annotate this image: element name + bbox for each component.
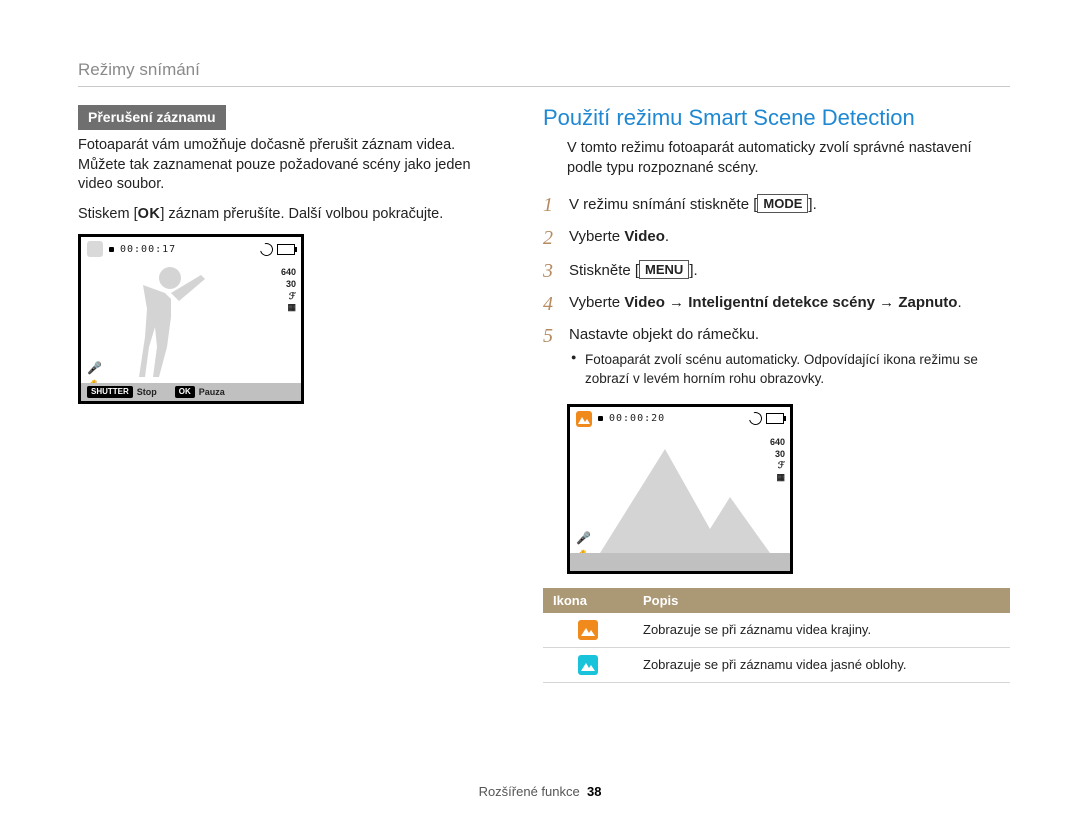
ok-key-label: OK bbox=[138, 206, 161, 222]
mode-keycap: MODE bbox=[757, 194, 808, 213]
camera-screen-left: 00:00:17 640 30 ℱ ▦ 🎤 ✋ bbox=[78, 234, 304, 404]
movie-icon bbox=[87, 241, 103, 257]
step-5: Nastavte objekt do rámečku. Fotoaparát z… bbox=[543, 319, 1010, 394]
table-cell-desc: Zobrazuje se při záznamu videa krajiny. bbox=[633, 613, 1010, 648]
menu-keycap: MENU bbox=[639, 260, 689, 279]
rec-timer: 00:00:20 bbox=[609, 413, 665, 424]
ok-key-icon: OK bbox=[175, 386, 195, 398]
resolution-label: 640 bbox=[281, 267, 296, 279]
camera-screen-right: 00:00:20 640 30 ℱ ▦ 🎤 ✋ bbox=[567, 404, 793, 574]
right-intro: V tomto režimu fotoaparát automaticky zv… bbox=[543, 139, 1010, 178]
rec-timer: 00:00:17 bbox=[120, 244, 176, 255]
mountains-graphic bbox=[570, 441, 790, 553]
page-footer: Rozšířené funkce 38 bbox=[0, 784, 1080, 799]
table-row: Zobrazuje se při záznamu videa krajiny. bbox=[543, 613, 1010, 648]
fps-label: 30 bbox=[281, 279, 296, 291]
mic-icon: 🎤 bbox=[576, 531, 591, 545]
stop-label: Stop bbox=[137, 387, 157, 397]
landscape-icon bbox=[578, 620, 598, 640]
col-header-desc: Popis bbox=[633, 588, 1010, 613]
left-paragraph-1: Fotoaparát vám umožňuje dočasně přerušit… bbox=[78, 136, 503, 195]
table-row: Zobrazuje se při záznamu videa jasné obl… bbox=[543, 647, 1010, 682]
stabilizer-icon: ▦ bbox=[281, 302, 296, 314]
step-1: V režimu snímání stiskněte [MODE]. bbox=[543, 188, 1010, 221]
step-5-note: Fotoaparát zvolí scénu automaticky. Odpo… bbox=[571, 351, 1010, 387]
page-number: 38 bbox=[587, 784, 601, 799]
col-header-icon: Ikona bbox=[543, 588, 633, 613]
step-3: Stiskněte [MENU]. bbox=[543, 254, 1010, 287]
landscape-scene-icon bbox=[576, 411, 592, 427]
mic-icon: 🎤 bbox=[87, 361, 102, 375]
rec-dot-icon bbox=[109, 247, 114, 252]
shutter-key-icon: SHUTTER bbox=[87, 386, 133, 398]
icon-description-table: Ikona Popis Zobrazuje se při záznamu vid… bbox=[543, 588, 1010, 683]
pause-label: Pauza bbox=[199, 387, 225, 397]
rec-dot-icon bbox=[598, 416, 603, 421]
section-tag: Přerušení záznamu bbox=[78, 105, 226, 130]
left-paragraph-2: Stiskem [OK] záznam přerušíte. Další vol… bbox=[78, 205, 503, 225]
breadcrumb: Režimy snímání bbox=[78, 60, 1010, 87]
battery-icon bbox=[277, 244, 295, 255]
cycle-icon bbox=[258, 240, 276, 258]
step-4: Vyberte Video → Inteligentní detekce scé… bbox=[543, 287, 1010, 319]
focus-mode-icon: ℱ bbox=[281, 291, 296, 303]
person-silhouette-icon bbox=[135, 261, 215, 381]
section-heading: Použití režimu Smart Scene Detection bbox=[543, 105, 1010, 131]
battery-icon bbox=[766, 413, 784, 424]
sky-icon bbox=[578, 655, 598, 675]
table-cell-desc: Zobrazuje se při záznamu videa jasné obl… bbox=[633, 647, 1010, 682]
cycle-icon bbox=[747, 410, 765, 428]
step-2: Vyberte Video. bbox=[543, 221, 1010, 253]
